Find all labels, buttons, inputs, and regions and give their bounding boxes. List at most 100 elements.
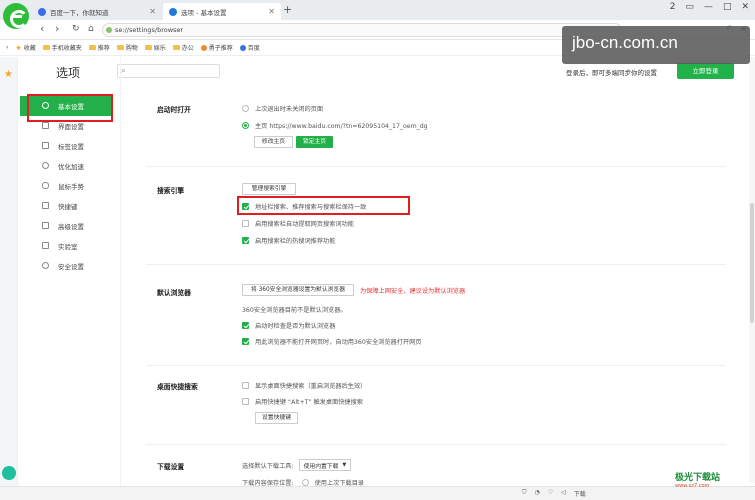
close-icon[interactable]: ✕ xyxy=(268,7,275,16)
tab-settings[interactable]: 选项 - 基本设置 ✕ xyxy=(163,3,281,20)
tab-baidu[interactable]: 百度一下，你就知道 ✕ xyxy=(32,3,162,20)
download-tool-row: 选择默认下载工具: 使用内置下载 ▼ xyxy=(242,459,352,471)
desktop-search-section-title: 桌面快捷搜索 xyxy=(157,383,198,391)
folder-icon xyxy=(172,45,180,50)
sidebar-item-interface[interactable]: 界面设置 xyxy=(20,116,112,136)
gear-icon xyxy=(169,7,177,16)
status-items: ⛉ ◔ ♡ ◁ 下载 xyxy=(522,489,586,498)
bookmark-recommend[interactable]: 推荐 xyxy=(88,43,110,52)
checkbox-checked[interactable] xyxy=(242,338,249,345)
search-option-extract[interactable]: 启用搜索栏自动提取网页搜索词功能 xyxy=(242,219,354,228)
modify-homepage-button[interactable]: 修改主页 xyxy=(254,136,293,148)
startup-section-title: 启动时打开 xyxy=(157,106,191,114)
refresh-icon[interactable]: ↻ xyxy=(72,24,80,34)
startup-option-home[interactable]: 主页 https://www.baidu.com/?tn=62095104_17… xyxy=(242,121,428,130)
close-window-icon[interactable]: ✕ xyxy=(741,2,749,12)
window-counter[interactable]: 2 xyxy=(670,2,676,12)
login-button[interactable]: 立即登录 xyxy=(677,63,734,79)
shield-icon[interactable]: ⛉ xyxy=(522,489,527,498)
skin-icon[interactable]: ▭ xyxy=(685,2,694,12)
sidebar-item-shortcuts[interactable]: 快捷键 xyxy=(20,196,112,216)
browser-logo-icon xyxy=(3,3,29,29)
section-divider xyxy=(146,444,726,445)
corner-logo: 极光下载站 www.xz7.com xyxy=(675,473,721,489)
set-hotkey-button[interactable]: 设置快捷键 xyxy=(255,412,298,424)
sidebar-item-security[interactable]: 安全设置 xyxy=(20,256,112,276)
search-option-hot[interactable]: 启用搜索栏的热搜词推荐功能 xyxy=(242,236,335,245)
sidebar-item-lab[interactable]: 实验室 xyxy=(20,236,112,256)
left-strip: ★ xyxy=(0,57,18,500)
default-browser-option-check[interactable]: 启动时检查是否为默认浏览器 xyxy=(242,321,335,330)
bookmark-chevron-icon[interactable]: ‹ xyxy=(6,44,8,51)
radio[interactable] xyxy=(301,479,309,486)
checkbox-checked[interactable] xyxy=(242,203,249,210)
bookmark-shopping[interactable]: 购物 xyxy=(116,43,138,52)
basic-settings-icon xyxy=(42,102,49,109)
sidebar-divider xyxy=(120,57,121,500)
security-icon xyxy=(106,27,112,33)
desktop-search-option-show[interactable]: 显示桌面快捷搜索（重启浏览器后生效） xyxy=(242,381,366,390)
default-browser-option-fallback[interactable]: 用此浏览器不能打开网页时，自动用360安全浏览器打开网页 xyxy=(242,337,422,346)
mouse-icon xyxy=(42,182,49,189)
section-divider xyxy=(146,264,726,265)
sound-icon[interactable]: ◁ xyxy=(561,489,566,498)
favorites-star-icon[interactable]: ★ xyxy=(4,69,13,80)
sidebar-item-speedup[interactable]: 优化加速 xyxy=(20,156,112,176)
search-option-sync[interactable]: 地址栏搜索、推荐搜索与搜索栏保持一致 xyxy=(242,202,366,211)
default-browser-section-title: 默认浏览器 xyxy=(157,289,191,297)
url-input[interactable]: se://settings/browser xyxy=(102,23,622,37)
maximize-icon[interactable]: □ xyxy=(723,2,732,12)
title-bar: 百度一下，你就知道 ✕ 选项 - 基本设置 ✕ + 2 ▭ — □ ✕ xyxy=(0,0,755,20)
lock-homepage-button[interactable]: 锁定主页 xyxy=(296,136,333,148)
site-icon xyxy=(200,44,207,51)
bookmark-office[interactable]: 办公 xyxy=(172,43,194,52)
close-icon[interactable]: ✕ xyxy=(149,7,156,16)
home-icon[interactable]: ⌂ xyxy=(88,24,94,34)
set-default-browser-button[interactable]: 将 360安全浏览器设置为默认浏览器 xyxy=(242,284,354,296)
back-icon[interactable]: ‹ xyxy=(40,22,44,35)
section-divider xyxy=(146,166,726,167)
scrollbar[interactable] xyxy=(749,57,755,483)
bookmark-favorites[interactable]: ★ 收藏 xyxy=(15,43,35,53)
search-section-title: 搜索引擎 xyxy=(157,187,185,195)
sidebar-item-basic[interactable]: 基本设置 xyxy=(20,96,112,116)
checkbox-checked[interactable] xyxy=(242,237,249,244)
status-bar: ⛉ ◔ ♡ ◁ 下载 xyxy=(0,486,755,500)
bookmark-yongzi[interactable]: 勇子推荐 xyxy=(200,43,233,52)
scrollbar-thumb[interactable] xyxy=(750,203,754,323)
radio-selected[interactable] xyxy=(242,122,249,129)
window-controls: 2 ▭ — □ ✕ xyxy=(670,2,749,12)
bookmark-mobile[interactable]: 手机收藏夹 xyxy=(42,43,82,52)
default-browser-row: 将 360安全浏览器设置为默认浏览器 为保障上网安全，建议设为默认浏览器 xyxy=(242,284,465,296)
startup-option-last[interactable]: 上次退出时未关闭的页面 xyxy=(242,104,323,113)
desktop-search-option-hotkey[interactable]: 启用快捷键 “Alt+T” 触发桌面快捷搜索 xyxy=(242,397,363,406)
baidu-favicon-icon xyxy=(239,44,246,51)
new-tab-button[interactable]: + xyxy=(283,3,292,16)
sidebar-item-tabs[interactable]: 标签设置 xyxy=(20,136,112,156)
search-icon: ⌕ xyxy=(121,66,126,75)
baidu-favicon-icon xyxy=(38,7,46,16)
checkbox[interactable] xyxy=(242,382,249,389)
tab-title: 百度一下，你就知道 xyxy=(50,8,109,17)
radio[interactable] xyxy=(242,105,249,112)
download-tool-select[interactable]: 使用内置下载 ▼ xyxy=(298,459,352,471)
heart-icon[interactable]: ♡ xyxy=(548,489,553,498)
bookmark-baidu[interactable]: 百度 xyxy=(239,43,260,52)
bookmark-entertainment[interactable]: 娱乐 xyxy=(144,43,166,52)
settings-search-input[interactable]: ⌕ xyxy=(117,64,220,78)
sidebar-item-gestures[interactable]: 鼠标手势 xyxy=(20,176,112,196)
sidebar-item-advanced[interactable]: 高级设置 xyxy=(20,216,112,236)
login-tip: 登录后，即可多端同步你的设置 xyxy=(566,69,657,77)
default-browser-status: 360安全浏览器目前不是默认浏览器。 xyxy=(242,307,347,314)
manage-search-engine-button[interactable]: 管理搜索引擎 xyxy=(242,183,296,195)
checkbox-checked[interactable] xyxy=(242,322,249,329)
download-section-title: 下载设置 xyxy=(157,463,185,471)
forward-icon[interactable]: › xyxy=(55,22,59,35)
checkbox[interactable] xyxy=(242,398,249,405)
checkbox[interactable] xyxy=(242,220,249,227)
speed-icon[interactable]: ◔ xyxy=(535,489,540,498)
download-status[interactable]: 下载 xyxy=(574,489,586,498)
minimize-icon[interactable]: — xyxy=(704,2,713,12)
tab-icon xyxy=(42,142,49,149)
assistant-icon[interactable] xyxy=(2,466,16,480)
